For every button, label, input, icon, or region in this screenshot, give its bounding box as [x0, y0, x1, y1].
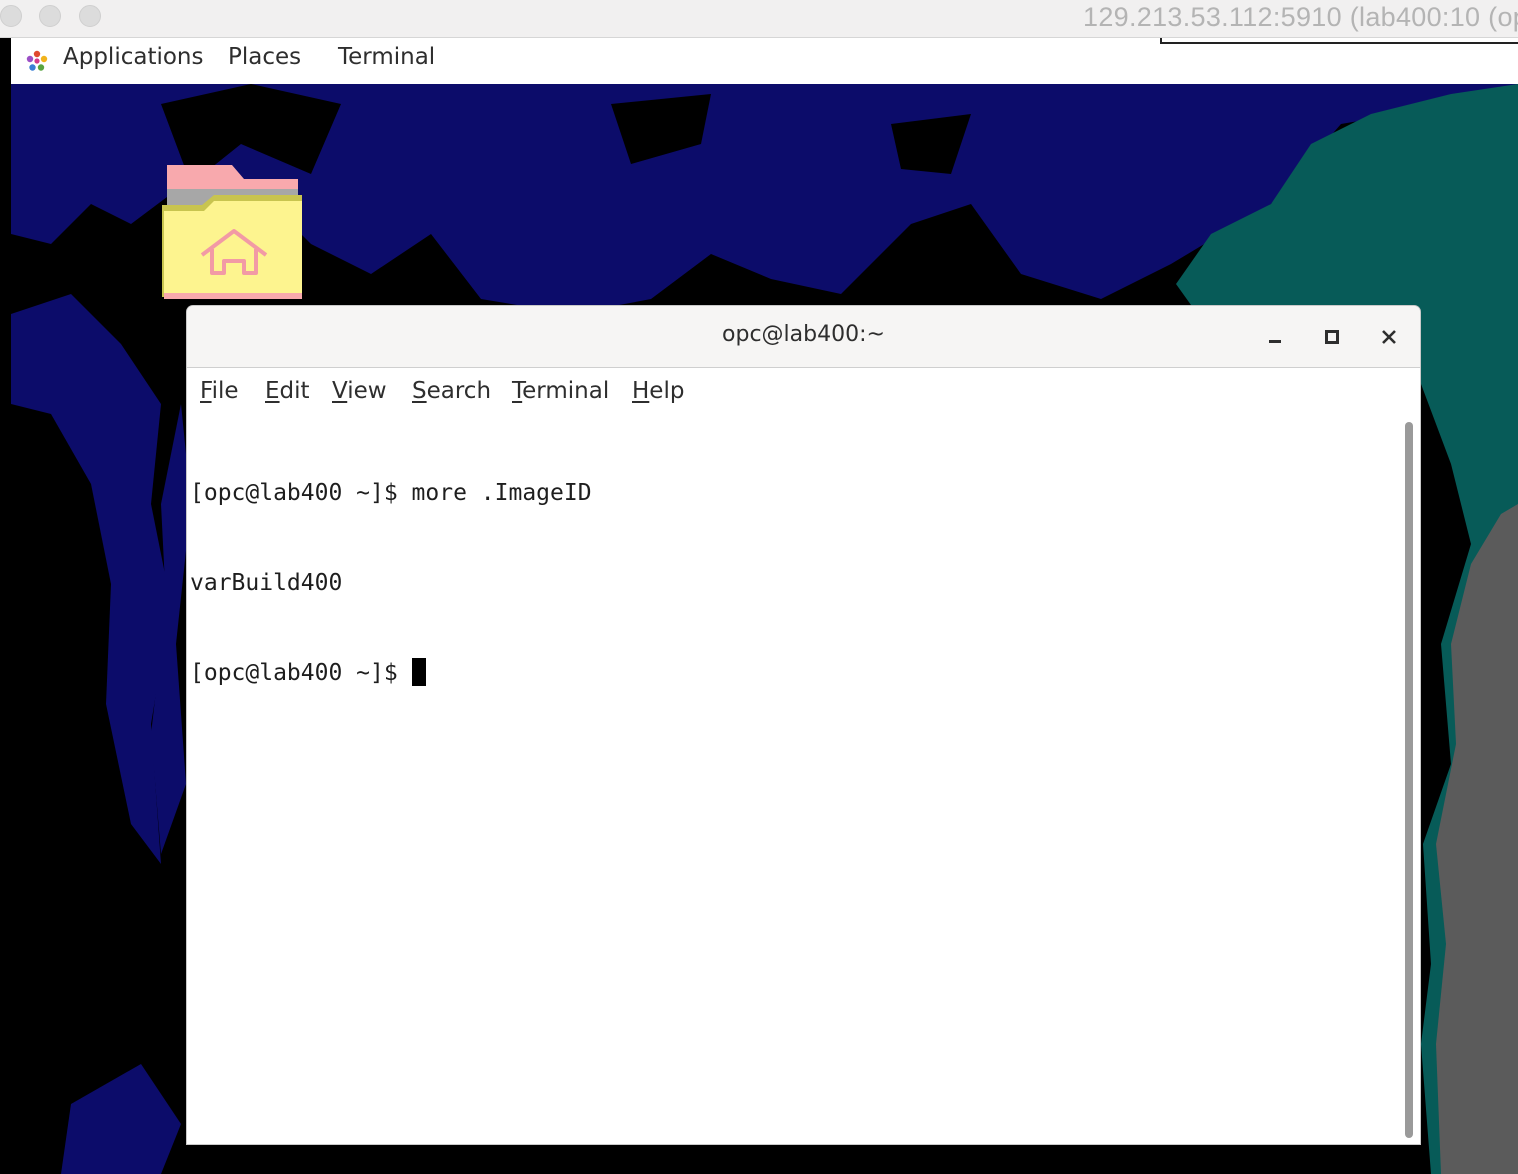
menu-help[interactable]: Help	[632, 378, 684, 404]
terminal-line: varBuild400	[190, 570, 343, 596]
minimize-button[interactable]	[1258, 320, 1292, 354]
terminal-menubar: File Edit View Search Terminal Help	[187, 368, 1420, 416]
home-folder-icon[interactable]	[162, 165, 304, 301]
vnc-window-titlebar: 129.213.53.112:5910 (lab400:10 (opc))	[0, 0, 1518, 38]
panel-divider	[1160, 38, 1518, 44]
zoom-traffic-light[interactable]	[79, 5, 101, 27]
close-icon	[1382, 330, 1396, 344]
terminal-title: opc@lab400:~	[722, 322, 885, 347]
minimize-traffic-light[interactable]	[39, 5, 61, 27]
terminal-prompt: [opc@lab400 ~]$	[190, 660, 412, 686]
menu-edit[interactable]: Edit	[265, 378, 310, 404]
applications-icon	[26, 50, 48, 71]
close-button[interactable]	[1372, 320, 1406, 354]
panel-terminal-menu[interactable]: Terminal	[338, 44, 435, 70]
terminal-prompt-line: [opc@lab400 ~]$	[190, 658, 1400, 688]
terminal-window: opc@lab400:~ File Edit View Search Termi…	[187, 306, 1420, 1144]
terminal-output[interactable]: [opc@lab400 ~]$ more .ImageID varBuild40…	[190, 418, 1400, 1138]
terminal-cursor	[411, 658, 426, 686]
terminal-line: [opc@lab400 ~]$ more .ImageID	[190, 480, 592, 506]
gnome-top-panel: Applications Places Terminal	[11, 38, 1518, 85]
menu-file[interactable]: File	[200, 378, 239, 404]
panel-applications-menu[interactable]: Applications	[63, 44, 204, 70]
vnc-window-title: 129.213.53.112:5910 (lab400:10 (opc))	[1083, 2, 1518, 32]
terminal-titlebar[interactable]: opc@lab400:~	[187, 306, 1420, 368]
maximize-button[interactable]	[1315, 320, 1349, 354]
panel-places-menu[interactable]: Places	[228, 44, 301, 70]
minimize-icon	[1269, 340, 1281, 343]
menu-terminal[interactable]: Terminal	[512, 378, 609, 404]
menu-search[interactable]: Search	[412, 378, 491, 404]
maximize-icon	[1325, 330, 1339, 344]
menu-view[interactable]: View	[332, 378, 387, 404]
terminal-scrollbar[interactable]	[1405, 422, 1413, 1138]
close-traffic-light[interactable]	[0, 5, 22, 27]
